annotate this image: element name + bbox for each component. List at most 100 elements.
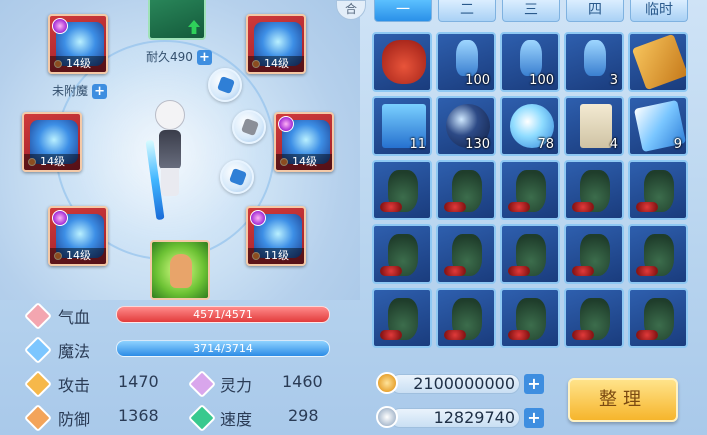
inventory-cell[interactable] [436,224,496,284]
inventory-cell[interactable] [564,288,624,348]
equip-slot-necklace[interactable]: 14级 [246,14,306,74]
blue-vase-icon [584,40,606,76]
mp-label: 魔法 [58,342,91,361]
inventory-cell[interactable]: 100 [500,32,560,92]
gem-button[interactable] [220,160,254,194]
inventory-cell[interactable]: 4 [564,96,624,156]
enchant-plus-button[interactable]: + [92,84,108,99]
inventory-cell[interactable]: 11 [372,96,432,156]
berries-icon [444,202,466,212]
hand-claw-icon [170,254,192,288]
gold-add-button[interactable]: + [524,374,544,394]
item-count: 78 [537,137,554,152]
hp-bar: 4571/4571 [116,306,330,323]
inventory-cell[interactable] [372,160,432,220]
inventory-cell[interactable]: 3 [564,32,624,92]
inventory-cell[interactable] [436,160,496,220]
berries-icon [508,266,530,276]
silver-row: 12829740 + [376,406,546,428]
transform-button[interactable] [208,68,242,102]
inventory-cell[interactable] [628,224,688,284]
item-count: 11 [409,137,426,152]
equip-slot-head[interactable]: 14级 [48,14,108,74]
character-head [155,100,185,130]
hp-value: 4571/4571 [193,308,253,321]
silver-ingot-icon [376,406,398,428]
tab-1[interactable]: 一 [374,0,432,22]
character-avatar [145,100,195,221]
inventory-cell[interactable] [564,224,624,284]
crystal-icon [229,168,247,186]
inventory-cell[interactable]: 9 [628,96,688,156]
durability-text: 耐久490 [146,50,193,64]
inventory-cell[interactable]: 78 [500,96,560,156]
berries-icon [380,202,402,212]
equip-slot-top[interactable] [148,0,206,40]
inventory-cell[interactable] [628,160,688,220]
durability-plus-button[interactable]: + [196,50,212,65]
character-body [159,130,181,170]
gold-amount: 2100000000 [390,374,520,394]
unenchanted-label: 未附魔 + [52,82,108,99]
equip-level: 14级 [24,154,80,170]
spirit-icon [187,369,217,399]
tab-4[interactable]: 四 [566,0,624,22]
blue-vase-icon [456,40,478,76]
inventory-cell[interactable] [372,288,432,348]
equip-level: 14级 [50,56,106,72]
defense-icon [23,403,53,433]
equip-slot-belt[interactable]: 14级 [274,112,334,172]
item-count: 9 [673,137,682,152]
attack-icon [23,369,53,399]
inventory-cell[interactable] [372,32,432,92]
gem-icon [278,116,294,132]
defense-label: 防御 [58,410,91,429]
durability-label: 耐久490 + [146,48,212,65]
berries-icon [508,202,530,212]
inventory-cell[interactable] [372,224,432,284]
scroll-icon [580,104,612,148]
defense-value: 1368 [118,406,159,425]
tidy-button[interactable]: 整理 [568,378,678,422]
equip-slot-boots[interactable]: 14级 [48,206,108,266]
equip-slot-shoulder[interactable]: 11级 [246,206,306,266]
spirit-value: 1460 [282,372,323,391]
refine-icon [241,118,259,136]
equip-level: 14级 [276,154,332,170]
inventory-cell[interactable] [628,32,688,92]
refine-button[interactable] [232,110,266,144]
heart-icon [23,301,53,331]
upgrade-arrow-icon [188,20,200,34]
inventory-cell[interactable] [500,224,560,284]
silver-add-button[interactable]: + [524,408,544,428]
inventory-cell[interactable]: 130 [436,96,496,156]
inventory-cell[interactable] [564,160,624,220]
equip-slot-armor[interactable]: 14级 [22,112,82,172]
tab-temporary[interactable]: 临时 [630,0,688,22]
inventory-cell[interactable] [500,160,560,220]
inventory-cell[interactable] [628,288,688,348]
equip-level: 14级 [248,56,304,72]
gold-coin-icon [376,372,398,394]
mp-value: 3714/3714 [193,342,253,355]
item-count: 100 [529,73,554,88]
tab-2[interactable]: 二 [438,0,496,22]
berries-icon [636,266,658,276]
inventory-cell[interactable]: 100 [436,32,496,92]
mp-bar: 3714/3714 [116,340,330,357]
character-legs [161,168,179,196]
item-count: 130 [465,137,490,152]
inventory-cell[interactable] [500,288,560,348]
berries-icon [380,330,402,340]
gem-icon [52,210,68,226]
attack-value: 1470 [118,372,159,391]
speed-icon [187,403,217,433]
item-count: 3 [609,73,618,88]
equip-slot-weapon[interactable] [150,240,210,300]
inventory-cell[interactable] [436,288,496,348]
red-bag-icon [382,40,426,84]
gem-icon [52,18,68,34]
mana-icon [23,335,53,365]
speed-value: 298 [288,406,319,425]
tab-3[interactable]: 三 [502,0,560,22]
